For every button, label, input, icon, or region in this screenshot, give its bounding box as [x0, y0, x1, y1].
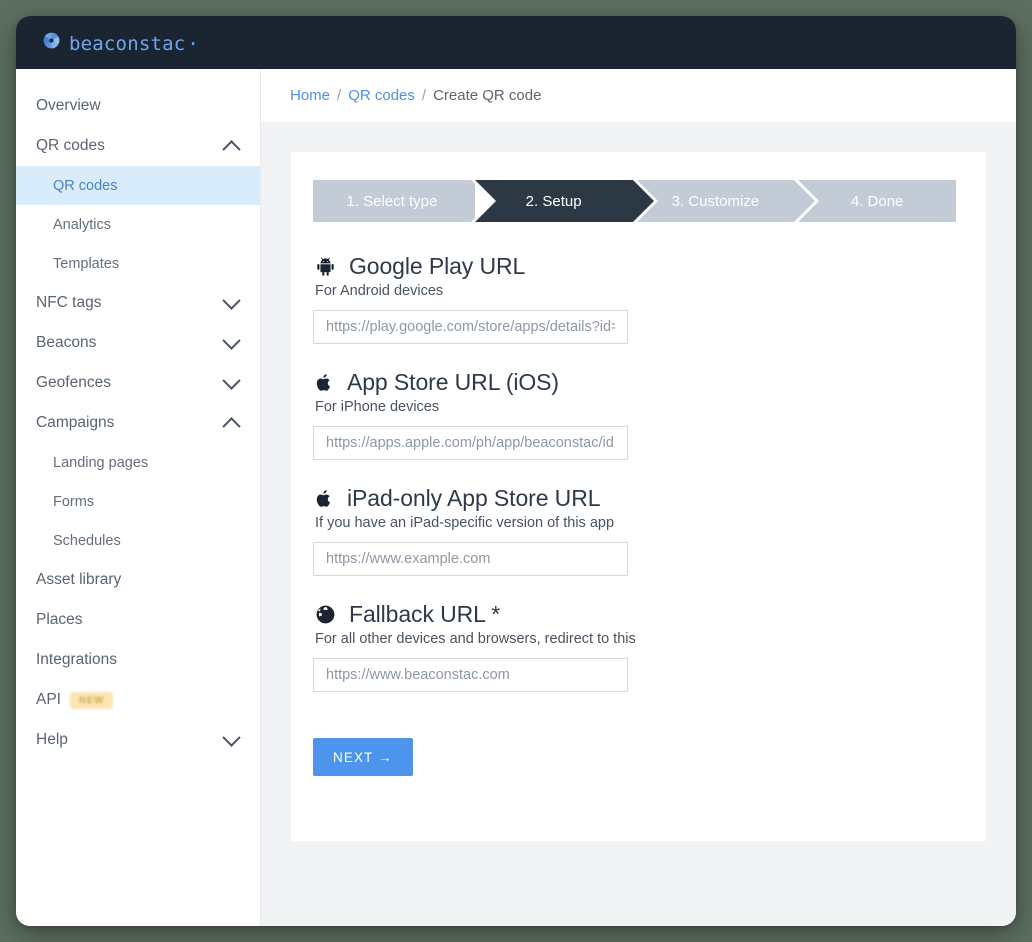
field-fallback-url: Fallback URL * For all other devices and…	[313, 601, 956, 692]
sidebar-item-label: Templates	[53, 255, 120, 272]
google-play-url-input[interactable]	[313, 310, 628, 344]
pinwheel-logo-icon	[42, 31, 61, 55]
wizard-stepper: 1. Select type 2. Setup 3. Customize 4. …	[313, 180, 956, 222]
chevron-up-icon	[222, 139, 241, 159]
top-bar: beaconstac	[16, 16, 1016, 69]
breadcrumb: Home / QR codes / Create QR code	[261, 69, 1016, 123]
field-title: Google Play URL	[349, 253, 526, 279]
field-google-play-url: Google Play URL For Android devices	[313, 253, 956, 344]
field-subtitle: For iPhone devices	[315, 399, 440, 415]
chevron-down-icon	[222, 330, 241, 350]
step-label: 1. Select type	[346, 192, 438, 210]
sidebar-group-campaigns[interactable]: Campaigns	[16, 403, 260, 443]
ipad-app-store-url-input[interactable]	[313, 542, 628, 576]
sidebar-item-label: QR codes	[36, 137, 105, 154]
breadcrumb-separator: /	[421, 87, 427, 104]
next-button[interactable]: NEXT →	[313, 738, 413, 776]
step-label: 2. Setup	[525, 192, 582, 210]
field-title: iPad-only App Store URL	[347, 485, 601, 511]
sidebar-item-label: Places	[36, 611, 83, 628]
chevron-up-icon	[222, 416, 241, 436]
fallback-url-input[interactable]	[313, 658, 628, 692]
chevron-down-icon	[222, 727, 241, 747]
sidebar-item-label: API	[36, 691, 61, 708]
sidebar-item-label: QR codes	[53, 177, 118, 194]
sidebar-group-help[interactable]: Help	[16, 720, 260, 760]
sidebar-item-overview[interactable]: Overview	[16, 86, 260, 126]
sidebar-item-api[interactable]: API NEW	[16, 680, 260, 720]
field-title: Fallback URL *	[349, 601, 501, 627]
android-icon	[315, 256, 336, 277]
sidebar-item-label: Forms	[53, 493, 95, 510]
breadcrumb-current: Create QR code	[433, 87, 542, 104]
brand-name: beaconstac	[69, 33, 199, 55]
chevron-down-icon	[222, 370, 241, 390]
step-setup[interactable]: 2. Setup	[474, 180, 654, 222]
step-label: 3. Customize	[671, 192, 760, 210]
sidebar-item-forms[interactable]: Forms	[16, 482, 260, 521]
sidebar-item-landing-pages[interactable]: Landing pages	[16, 443, 260, 482]
sidebar-item-label: Analytics	[53, 216, 112, 233]
step-select-type[interactable]: 1. Select type	[313, 180, 492, 222]
apple-icon	[315, 488, 334, 510]
sidebar-item-label: Asset library	[36, 571, 122, 588]
sidebar-item-label: Beacons	[36, 334, 97, 351]
step-done[interactable]: 4. Done	[798, 180, 956, 222]
field-app-store-url: App Store URL (iOS) For iPhone devices	[313, 369, 956, 460]
field-title: App Store URL (iOS)	[347, 369, 559, 395]
brand-logo[interactable]: beaconstac	[42, 31, 199, 55]
sidebar-item-label: Geofences	[36, 374, 111, 391]
app-store-url-input[interactable]	[313, 426, 628, 460]
step-customize[interactable]: 3. Customize	[636, 180, 815, 222]
sidebar-item-label: Overview	[36, 97, 101, 114]
field-ipad-app-store-url: iPad-only App Store URL If you have an i…	[313, 485, 956, 576]
sidebar-group-beacons[interactable]: Beacons	[16, 323, 260, 363]
app-window: beaconstac Overview QR codes QR codes An…	[16, 16, 1016, 926]
globe-icon	[315, 604, 336, 625]
sidebar-item-label: Campaigns	[36, 414, 115, 431]
content-scroll-area: 1. Select type 2. Setup 3. Customize 4. …	[261, 123, 1016, 926]
sidebar-item-label: Integrations	[36, 651, 117, 668]
sidebar-group-nfc-tags[interactable]: NFC tags	[16, 283, 260, 323]
sidebar-item-asset-library[interactable]: Asset library	[16, 560, 260, 600]
sidebar-item-qr-codes[interactable]: QR codes	[16, 166, 260, 205]
sidebar-item-templates[interactable]: Templates	[16, 244, 260, 283]
sidebar-group-geofences[interactable]: Geofences	[16, 363, 260, 403]
create-qr-card: 1. Select type 2. Setup 3. Customize 4. …	[291, 152, 986, 841]
main-content: Home / QR codes / Create QR code 1. Sele…	[261, 69, 1016, 926]
sidebar: Overview QR codes QR codes Analytics Tem…	[16, 69, 261, 926]
chevron-down-icon	[222, 290, 241, 310]
field-subtitle: For all other devices and browsers, redi…	[315, 631, 636, 647]
breadcrumb-separator: /	[337, 87, 342, 104]
sidebar-item-label: Help	[36, 731, 68, 748]
step-label: 4. Done	[850, 192, 904, 210]
breadcrumb-qr-codes[interactable]: QR codes	[348, 87, 415, 104]
field-subtitle: If you have an iPad-specific version of …	[315, 515, 615, 531]
sidebar-item-analytics[interactable]: Analytics	[16, 205, 260, 244]
status-badge: NEW	[69, 691, 114, 709]
sidebar-item-schedules[interactable]: Schedules	[16, 521, 260, 560]
field-subtitle: For Android devices	[315, 283, 444, 299]
sidebar-item-places[interactable]: Places	[16, 600, 260, 640]
sidebar-item-integrations[interactable]: Integrations	[16, 640, 260, 680]
sidebar-item-label: Schedules	[53, 532, 121, 549]
sidebar-item-label: NFC tags	[36, 294, 102, 311]
sidebar-group-qr-codes[interactable]: QR codes	[16, 126, 260, 166]
apple-icon	[315, 372, 334, 394]
breadcrumb-home[interactable]: Home	[290, 87, 330, 104]
sidebar-item-label: Landing pages	[53, 454, 149, 471]
